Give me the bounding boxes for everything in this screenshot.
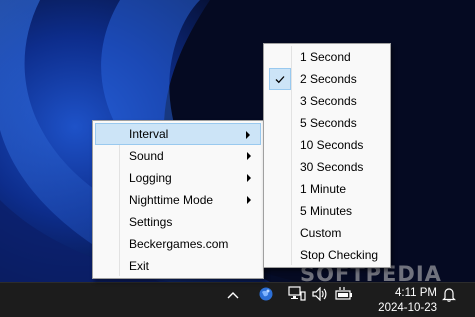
submenu-arrow-icon [247, 174, 251, 182]
menu-item-label: Nighttime Mode [129, 193, 214, 207]
taskbar-clock[interactable]: 4:11 PM 2024-10-23 [365, 286, 437, 316]
menu-item-interval[interactable]: Interval [95, 123, 261, 145]
volume-icon[interactable] [311, 285, 329, 303]
menu-item-label: 2 Seconds [300, 72, 357, 86]
menu-item-logging[interactable]: Logging [95, 167, 261, 189]
tray-context-menu: Interval Sound Logging Nighttime Mode Se… [92, 120, 264, 279]
interval-option-stop-checking[interactable]: Stop Checking [266, 244, 388, 266]
menu-item-nighttime-mode[interactable]: Nighttime Mode [95, 189, 261, 211]
interval-option-5-seconds[interactable]: 5 Seconds [266, 112, 388, 134]
clock-time: 4:11 PM [395, 287, 437, 299]
interval-option-30-seconds[interactable]: 30 Seconds [266, 156, 388, 178]
menu-item-label: 10 Seconds [300, 138, 364, 152]
interval-option-5-minutes[interactable]: 5 Minutes [266, 200, 388, 222]
submenu-arrow-icon [247, 152, 251, 160]
menu-item-label: Interval [129, 127, 169, 141]
menu-item-label: Beckergames.com [129, 237, 229, 251]
checkmark-icon [269, 68, 291, 90]
menu-item-label: 3 Seconds [300, 94, 357, 108]
menu-item-sound[interactable]: Sound [95, 145, 261, 167]
menu-item-label: Stop Checking [300, 248, 379, 262]
chevron-up-icon[interactable] [225, 287, 241, 303]
submenu-arrow-icon [246, 131, 250, 139]
battery-icon[interactable] [334, 285, 354, 303]
menu-item-settings[interactable]: Settings [95, 211, 261, 233]
interval-submenu: 1 Second 2 Seconds 3 Seconds 5 Seconds 1… [263, 43, 391, 268]
menu-item-label: 5 Minutes [300, 204, 353, 218]
network-icon[interactable] [287, 284, 307, 304]
interval-option-custom[interactable]: Custom [266, 222, 388, 244]
menu-item-label: 30 Seconds [300, 160, 364, 174]
menu-item-label: Sound [129, 149, 164, 163]
globe-app-icon[interactable] [257, 285, 275, 303]
interval-option-1-minute[interactable]: 1 Minute [266, 178, 388, 200]
submenu-arrow-icon [247, 196, 251, 204]
menu-item-label: Logging [129, 171, 172, 185]
menu-item-beckergames[interactable]: Beckergames.com [95, 233, 261, 255]
menu-item-label: Settings [129, 215, 173, 229]
menu-item-label: Custom [300, 226, 342, 240]
menu-item-exit[interactable]: Exit [95, 255, 261, 277]
notification-bell-icon[interactable] [440, 285, 458, 303]
interval-option-1-second[interactable]: 1 Second [266, 46, 388, 68]
interval-option-10-seconds[interactable]: 10 Seconds [266, 134, 388, 156]
menu-item-label: 1 Minute [300, 182, 347, 196]
interval-option-2-seconds[interactable]: 2 Seconds [266, 68, 388, 90]
interval-option-3-seconds[interactable]: 3 Seconds [266, 90, 388, 112]
menu-item-label: 1 Second [300, 50, 351, 64]
menu-item-label: Exit [129, 259, 150, 273]
clock-date: 2024-10-23 [378, 302, 437, 314]
menu-item-label: 5 Seconds [300, 116, 357, 130]
